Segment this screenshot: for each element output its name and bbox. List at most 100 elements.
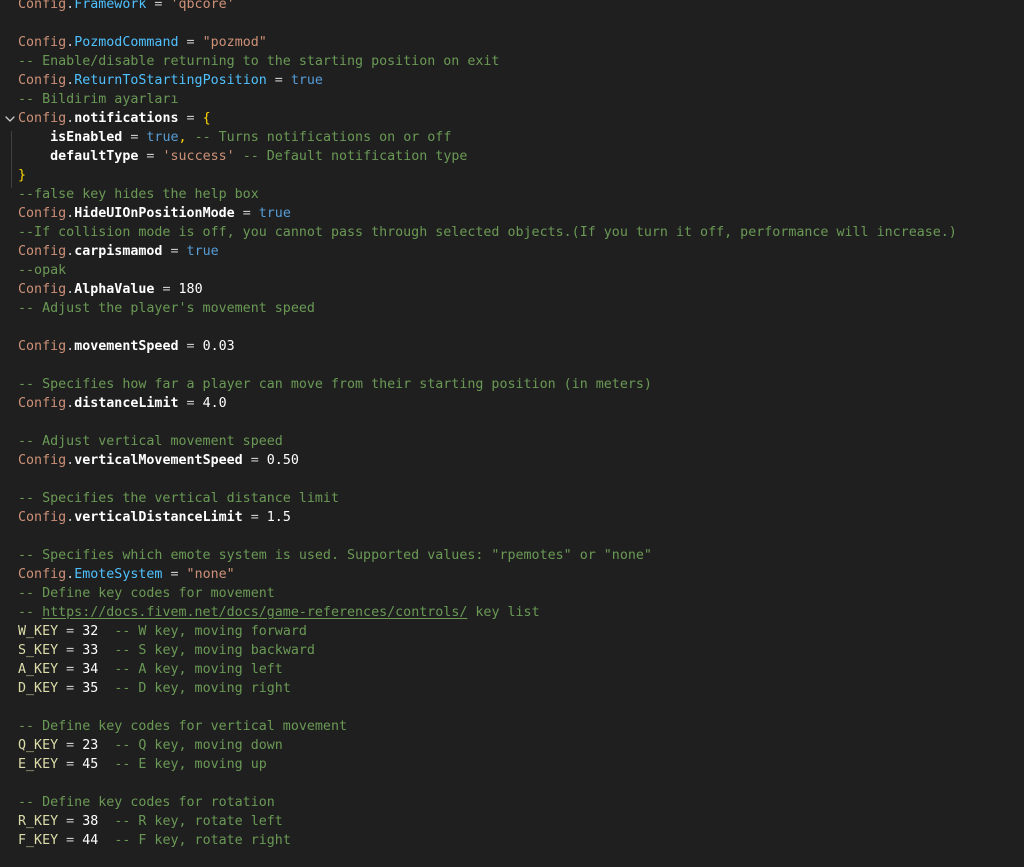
code-line[interactable]: S_KEY = 33 -- S key, moving backward	[18, 641, 315, 660]
code-token: Config	[18, 35, 67, 50]
code-line[interactable]: -- Define key codes for rotation	[18, 793, 275, 812]
code-line[interactable]: Q_KEY = 23 -- Q key, moving down	[18, 736, 283, 755]
code-line[interactable]: Config.movementSpeed = 0.03	[18, 337, 235, 356]
code-line[interactable]: --If collision mode is off, you cannot p…	[18, 223, 957, 242]
code-token: key list	[467, 605, 540, 620]
code-token: true	[258, 206, 291, 221]
code-token: -- Specifies which emote system is used.…	[18, 548, 652, 563]
code-line[interactable]	[18, 413, 26, 432]
code-token: notifications	[74, 111, 179, 126]
code-line[interactable]	[18, 527, 26, 546]
code-line[interactable]: }	[18, 166, 26, 185]
code-token: EmoteSystem	[74, 567, 163, 582]
code-line[interactable]	[18, 318, 26, 337]
code-editor[interactable]: Config.Framework = 'qbcore' Config.Pozmo…	[0, 0, 1024, 867]
code-line[interactable]: -- Bildirim ayarları	[18, 90, 178, 109]
code-token: 180	[178, 282, 203, 297]
code-line[interactable]: Config.verticalMovementSpeed = 0.50	[18, 451, 299, 470]
code-line[interactable]: Config.PozmodCommand = "pozmod"	[18, 33, 267, 52]
code-token: E_KEY	[18, 757, 59, 772]
code-token: -- Bildirim ayarları	[18, 92, 179, 107]
code-token: .	[66, 35, 75, 50]
code-token: -- Default notification type	[234, 149, 468, 164]
code-line[interactable]: Config.Framework = 'qbcore'	[18, 0, 235, 14]
code-token: -- Enable/disable returning to the start…	[18, 54, 500, 69]
code-line[interactable]: -- Define key codes for vertical movemen…	[18, 717, 347, 736]
code-token: "none"	[186, 567, 235, 582]
code-token: R_KEY	[18, 814, 59, 829]
code-token: true	[186, 244, 219, 259]
code-token: =	[146, 0, 171, 12]
code-line[interactable]: Config.EmoteSystem = "none"	[18, 565, 235, 584]
code-line[interactable]: -- Enable/disable returning to the start…	[18, 52, 499, 71]
code-line[interactable]: Config.notifications = {	[18, 109, 211, 128]
code-line[interactable]	[18, 14, 26, 33]
code-token: Config	[18, 244, 67, 259]
code-token: 32	[82, 624, 99, 639]
code-line[interactable]: isEnabled = true, -- Turns notifications…	[18, 128, 451, 147]
code-token: distanceLimit	[74, 396, 179, 411]
code-token: Config	[18, 0, 67, 12]
code-token: .	[66, 339, 75, 354]
code-token: -- Adjust the player's movement speed	[18, 301, 315, 316]
code-line[interactable]: Config.ReturnToStartingPosition = true	[18, 71, 323, 90]
code-line[interactable]: --false key hides the help box	[18, 185, 259, 204]
code-line[interactable]: -- Adjust the player's movement speed	[18, 299, 315, 318]
code-token: -- Define key codes for rotation	[18, 795, 275, 810]
code-token: Config	[18, 510, 67, 525]
code-token: =	[242, 453, 267, 468]
code-token: =	[122, 130, 147, 145]
code-line[interactable]: F_KEY = 44 -- F key, rotate right	[18, 831, 291, 850]
code-line[interactable]: Config.AlphaValue = 180	[18, 280, 203, 299]
code-token: .	[66, 567, 75, 582]
code-line[interactable]	[18, 774, 26, 793]
code-token: =	[162, 244, 187, 259]
code-line[interactable]	[18, 356, 26, 375]
code-token: ,	[178, 130, 187, 145]
code-line[interactable]: Config.distanceLimit = 4.0	[18, 394, 227, 413]
code-token: -- R key, rotate left	[98, 814, 283, 829]
chevron-down-icon[interactable]	[3, 109, 17, 128]
code-token: =	[58, 757, 83, 772]
code-token: =	[178, 396, 203, 411]
code-line[interactable]: -- https://docs.fivem.net/docs/game-refe…	[18, 603, 540, 622]
code-content[interactable]: Config.Framework = 'qbcore' Config.Pozmo…	[18, 0, 1024, 848]
code-token: .	[66, 206, 75, 221]
code-line[interactable]: --opak	[18, 261, 66, 280]
documentation-link[interactable]: https://docs.fivem.net/docs/game-referen…	[42, 605, 467, 620]
code-line[interactable]: defaultType = 'success' -- Default notif…	[18, 147, 467, 166]
code-token: 1.5	[266, 510, 291, 525]
code-line[interactable]: Config.carpismamod = true	[18, 242, 219, 261]
code-token: -- Define key codes for movement	[18, 586, 275, 601]
code-token: -- W key, moving forward	[98, 624, 307, 639]
code-token: .	[66, 111, 75, 126]
code-token: 33	[82, 643, 99, 658]
code-token: Framework	[74, 0, 147, 12]
code-token: .	[66, 73, 75, 88]
code-line[interactable]	[18, 470, 26, 489]
code-token: =	[154, 282, 179, 297]
code-line[interactable]: Config.verticalDistanceLimit = 1.5	[18, 508, 291, 527]
code-line[interactable]: W_KEY = 32 -- W key, moving forward	[18, 622, 307, 641]
code-token: -- D key, moving right	[98, 681, 291, 696]
code-line[interactable]: -- Adjust vertical movement speed	[18, 432, 283, 451]
code-line[interactable]: -- Specifies how far a player can move f…	[18, 375, 652, 394]
code-line[interactable]: D_KEY = 35 -- D key, moving right	[18, 679, 291, 698]
code-line[interactable]	[18, 698, 26, 717]
code-line[interactable]: Config.HideUIOnPositionMode = true	[18, 204, 291, 223]
code-token: Config	[18, 282, 67, 297]
code-token: Config	[18, 453, 67, 468]
code-token: =	[58, 624, 83, 639]
code-line[interactable]: -- Specifies the vertical distance limit	[18, 489, 339, 508]
code-token: --	[18, 605, 43, 620]
code-token: 4.0	[202, 396, 227, 411]
code-line[interactable]: -- Specifies which emote system is used.…	[18, 546, 652, 565]
code-line[interactable]: -- Define key codes for movement	[18, 584, 275, 603]
code-line[interactable]: A_KEY = 34 -- A key, moving left	[18, 660, 283, 679]
code-line[interactable]: E_KEY = 45 -- E key, moving up	[18, 755, 267, 774]
code-line[interactable]: R_KEY = 38 -- R key, rotate left	[18, 812, 283, 831]
code-token: .	[66, 244, 75, 259]
code-token: -- Specifies how far a player can move f…	[18, 377, 652, 392]
